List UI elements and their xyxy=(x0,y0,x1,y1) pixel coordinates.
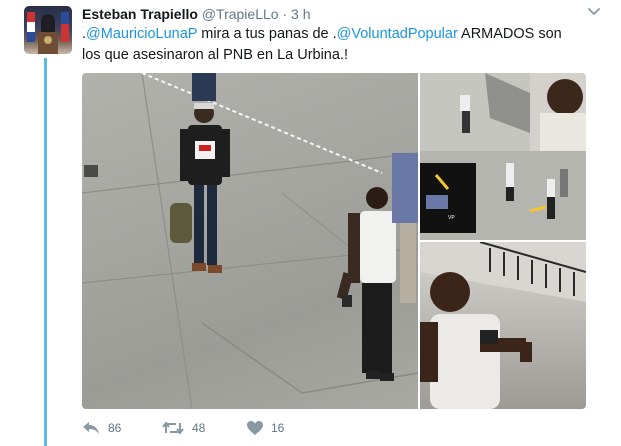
speaker-figure xyxy=(41,14,55,34)
header-separator: · xyxy=(282,6,288,22)
text-middle: mira a tus panas de . xyxy=(197,26,337,42)
retweet-icon xyxy=(162,421,184,435)
avatar[interactable] xyxy=(24,6,72,54)
author-handle[interactable]: @TrapieLLo xyxy=(202,6,279,22)
photo-collage-scene: VP xyxy=(420,73,586,240)
like-count: 16 xyxy=(271,421,285,435)
tweet-timestamp[interactable]: 3 h xyxy=(291,6,310,22)
podium-seal xyxy=(44,36,52,44)
reply-icon xyxy=(83,422,99,434)
tweet-text: .@MauricioLunaP mira a tus panas de .@Vo… xyxy=(82,24,582,66)
flag-graphic xyxy=(27,12,35,42)
tweet-actions: 86 48 16 xyxy=(82,416,482,440)
thread-line xyxy=(44,58,47,446)
media-photo-main[interactable] xyxy=(82,73,418,409)
caret-down-icon[interactable] xyxy=(587,4,601,18)
media-grid: VP xyxy=(82,73,586,409)
tweet-header: Esteban Trapiello @TrapieLLo · 3 h xyxy=(82,4,602,24)
flag-graphic-2 xyxy=(61,12,69,42)
reply-button[interactable]: 86 xyxy=(82,416,121,440)
author-name[interactable]: Esteban Trapiello xyxy=(82,6,198,22)
photo-closeup-scene xyxy=(420,242,586,409)
media-caption: VP xyxy=(448,215,455,221)
mention-link[interactable]: @VoluntadPopular xyxy=(337,26,458,42)
like-button[interactable]: 16 xyxy=(247,416,284,440)
reply-count: 86 xyxy=(108,421,122,435)
photo-main-scene xyxy=(82,73,418,409)
like-icon xyxy=(247,420,263,435)
media-photo-bottom-right[interactable] xyxy=(420,242,586,409)
media-photo-top-right[interactable]: VP xyxy=(420,73,586,240)
mention-link[interactable]: @MauricioLunaP xyxy=(86,26,197,42)
retweet-count: 48 xyxy=(192,421,206,435)
retweet-button[interactable]: 48 xyxy=(162,416,205,440)
